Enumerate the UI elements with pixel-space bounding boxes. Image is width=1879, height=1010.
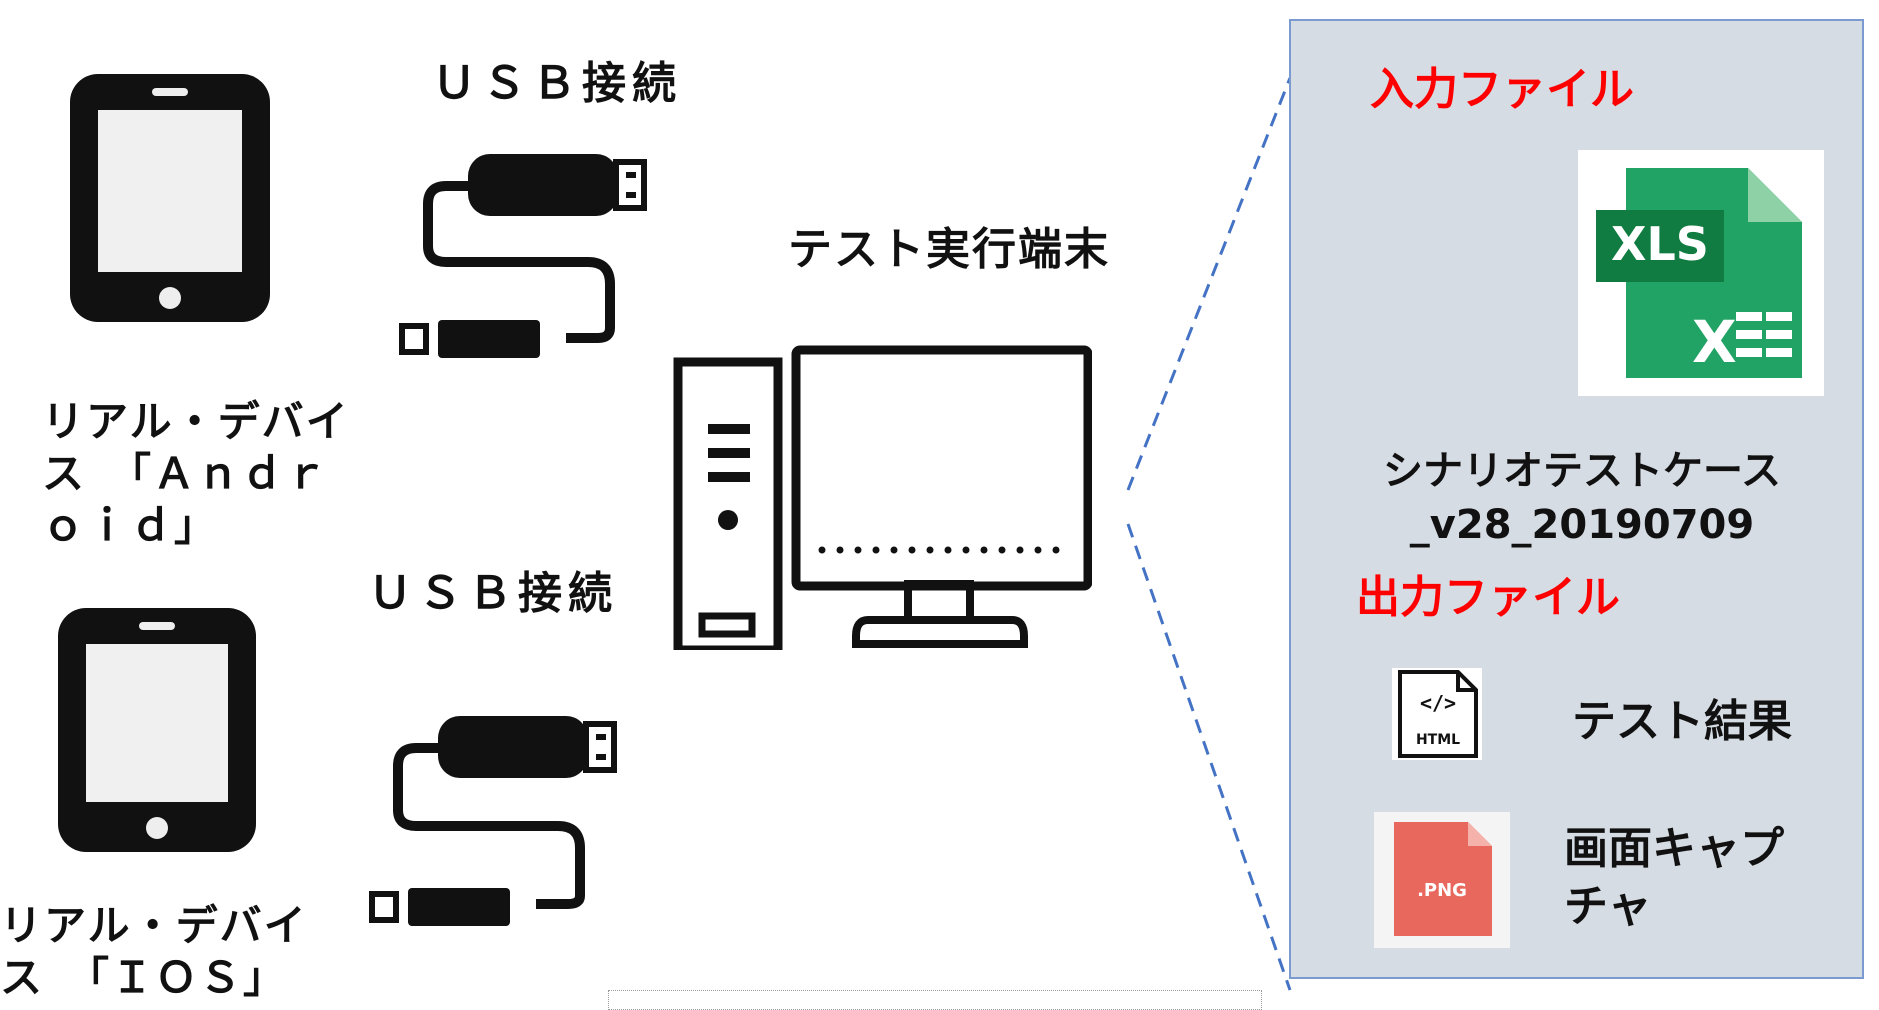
input-file-name: シナリオテストケース _v28_20190709 [1383, 448, 1781, 548]
connector-line-bottom [1126, 523, 1292, 991]
input-files-heading: 入力ファイル [1370, 64, 1634, 115]
html-file-icon: </> HTML [1392, 668, 1482, 760]
html-badge-text: HTML [1416, 732, 1460, 748]
caption-placeholder [608, 990, 1262, 1010]
png-badge-text: .PNG [1417, 880, 1467, 901]
svg-text:X: X [1692, 308, 1737, 376]
output-files-heading: 出力ファイル [1356, 572, 1620, 623]
png-output-label: 画面キャプ チャ [1564, 823, 1784, 932]
connector-line-top [1126, 77, 1292, 491]
excel-file-icon: XLS X [1578, 150, 1824, 396]
html-output-label: テスト結果 [1572, 696, 1792, 747]
png-file-icon: .PNG [1374, 812, 1510, 948]
html-code-glyph: </> [1420, 691, 1456, 715]
xls-badge-text: XLS [1611, 217, 1709, 271]
